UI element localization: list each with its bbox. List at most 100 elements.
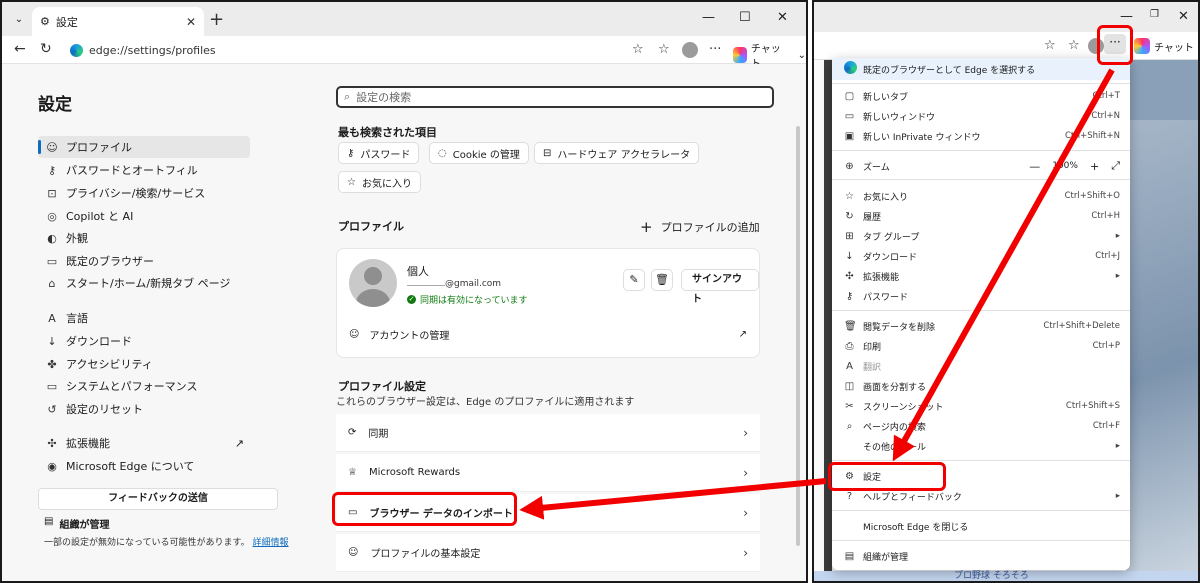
menu-separator — [832, 83, 1130, 84]
gear-icon: ⚙ — [40, 15, 50, 28]
menu-item-download[interactable]: ↓ ダウンロード Ctrl+J — [832, 246, 1130, 266]
menu-item-label: タブ グループ — [863, 232, 920, 243]
trash-icon[interactable]: 🗑 — [651, 269, 673, 291]
menu-separator — [832, 179, 1130, 180]
sidebar-item-key[interactable]: ⚷ パスワードとオートフィル — [38, 159, 250, 181]
menu-item-label: お気に入り — [863, 192, 909, 203]
close-window-icon[interactable]: ✕ — [1178, 9, 1189, 24]
sidebar-item-browser[interactable]: ▭ 既定のブラウザー — [38, 250, 250, 272]
zoom-out-icon[interactable]: — — [1029, 160, 1040, 173]
back-icon[interactable]: ← — [14, 41, 26, 57]
learn-more-link[interactable]: 詳細情報 — [253, 538, 289, 548]
refresh-icon[interactable]: ↻ — [40, 41, 52, 57]
sidebar-item-edge[interactable]: ◉ Microsoft Edge について — [38, 455, 250, 477]
account-manage-row[interactable]: ☺ アカウントの管理 ↗ — [349, 327, 747, 342]
sidebar-item-profile[interactable]: ☺ プロファイル — [38, 136, 250, 158]
zoom-in-icon[interactable]: + — [1090, 160, 1099, 173]
menu-item-organization[interactable]: ▤ 組織が管理 — [832, 546, 1130, 566]
row-rewards[interactable]: ♕ Microsoft Rewards › — [336, 454, 760, 492]
sidebar-item-label: Microsoft Edge について — [66, 460, 195, 473]
fullscreen-icon[interactable]: ⤢ — [1111, 159, 1120, 173]
new-tab-icon[interactable]: + — [209, 9, 224, 30]
sidebar-item-home[interactable]: ⌂ スタート/ホーム/新規タブ ページ — [38, 272, 250, 294]
sync-icon: ⟳ — [348, 427, 357, 438]
sidebar-item-system[interactable]: ▭ システムとパフォーマンス — [38, 375, 250, 397]
sidebar-item-appearance[interactable]: ◐ 外観 — [38, 227, 250, 249]
tab-actions-icon[interactable]: ⌄ — [10, 11, 28, 29]
favorites-icon[interactable]: ☆ — [658, 42, 670, 57]
menu-item-translate[interactable]: A 翻訳 — [832, 356, 1130, 376]
row-sync[interactable]: ⟳ 同期 › — [336, 414, 760, 452]
menu-item-label: ダウンロード — [863, 252, 918, 263]
highlight-more-button — [1097, 25, 1133, 65]
edit-icon[interactable]: ✎ — [623, 269, 645, 291]
chip-favorites[interactable]: ☆ お気に入り — [338, 171, 421, 193]
sidebar-item-language[interactable]: A 言語 — [38, 307, 250, 329]
close-window-icon[interactable]: ✕ — [777, 10, 788, 25]
favorite-star-icon[interactable]: ☆ — [632, 42, 644, 57]
sidebar-item-download[interactable]: ↓ ダウンロード — [38, 330, 250, 352]
profile-avatar[interactable] — [682, 42, 698, 58]
menu-item-inprivate[interactable]: ▣ 新しい InPrivate ウィンドウ Ctrl+Shift+N — [832, 126, 1130, 146]
copilot-button[interactable]: チャット — [1134, 38, 1194, 54]
menu-item-item-19[interactable]: Microsoft Edge を閉じる — [832, 516, 1130, 536]
sidebar-item-accessibility[interactable]: ✤ アクセシビリティ — [38, 353, 250, 375]
minimize-icon[interactable]: — — [1120, 9, 1133, 24]
sidebar-item-lock[interactable]: ⊡ プライバシー/検索/サービス — [38, 182, 250, 204]
menu-set-default-browser[interactable]: 既定のブラウザーとして Edge を選択する — [832, 58, 1130, 80]
sidebar-item-reset[interactable]: ↺ 設定のリセット — [38, 398, 250, 420]
menu-item-favorites[interactable]: ☆ お気に入り Ctrl+Shift+O — [832, 186, 1130, 206]
menu-item-screenshot[interactable]: ✂ スクリーンショット Ctrl+Shift+S — [832, 396, 1130, 416]
chevron-right-icon: › — [743, 545, 748, 560]
sidebar-item-extensions[interactable]: ✣ 拡張機能 ↗ — [38, 432, 250, 454]
menu-item-tab-groups[interactable]: ⊞ タブ グループ ▸ — [832, 226, 1130, 246]
menu-item-extensions[interactable]: ✣ 拡張機能 ▸ — [832, 266, 1130, 286]
settings-sidebar: 設定 ☺ プロファイル ⚷ パスワードとオートフィル ⊡ プライバシー/検索/サービス ◎ C… — [2, 64, 292, 581]
menu-item-split-screen[interactable]: ◫ 画面を分割する — [832, 376, 1130, 396]
restore-icon[interactable]: ❐ — [1150, 9, 1159, 20]
tab-settings[interactable]: ⚙ 設定 ✕ — [32, 7, 204, 36]
settings-and-more-menu: 既定のブラウザーとして Edge を選択する ▢ 新しいタブ Ctrl+T ▭ 新しいウ… — [832, 58, 1130, 570]
chip-password[interactable]: ⚷ パスワード — [338, 142, 420, 164]
chevron-down-icon: ⌄ — [797, 49, 806, 61]
title-bar: ⌄ ⚙ 設定 ✕ + — ☐ ✕ — [2, 2, 806, 36]
menu-item-history[interactable]: ↻ 履歴 Ctrl+H — [832, 206, 1130, 226]
menu-item-delete[interactable]: 🗑 閲覧データを削除 Ctrl+Shift+Delete — [832, 316, 1130, 336]
minimize-icon[interactable]: — — [702, 10, 715, 25]
favorite-star-icon[interactable]: ☆ — [1044, 38, 1056, 53]
menu-item-label: スクリーンショット — [863, 402, 944, 413]
reset-icon: ↺ — [47, 402, 57, 416]
menu-item-zoom[interactable]: ⊕ ズーム — 100% + ⤢ — [832, 156, 1130, 176]
history-icon: ↻ — [845, 210, 854, 222]
menu-item-key[interactable]: ⚷ パスワード — [832, 286, 1130, 306]
feedback-button[interactable]: フィードバックの送信 — [38, 488, 278, 510]
maximize-icon[interactable]: ☐ — [739, 10, 751, 25]
sidebar-item-label: ダウンロード — [66, 335, 132, 348]
menu-item-label: 新しい InPrivate ウィンドウ — [863, 132, 981, 143]
most-searched-title: 最も検索された項目 — [338, 126, 437, 139]
more-icon[interactable]: ··· — [709, 42, 721, 57]
menu-item-find[interactable]: ⌕ ページ内の検索 Ctrl+F — [832, 416, 1130, 436]
menu-item-new-window[interactable]: ▭ 新しいウィンドウ Ctrl+N — [832, 106, 1130, 126]
menu-item-shortcut: Ctrl+F — [1092, 421, 1120, 431]
search-input[interactable]: ⌕ 設定の検索 — [336, 86, 774, 108]
scrollbar[interactable] — [796, 126, 800, 546]
close-tab-icon[interactable]: ✕ — [186, 15, 196, 29]
signout-button[interactable]: サインアウト — [681, 269, 759, 305]
menu-item-item-16[interactable]: その他のツール ▸ — [832, 436, 1130, 456]
zoom-controls: — 100% + ⤢ — [1029, 159, 1120, 173]
new-tab-icon: ▢ — [844, 90, 855, 102]
sidebar-item-copilot[interactable]: ◎ Copilot と AI — [38, 205, 250, 227]
favorites-icon[interactable]: ☆ — [1068, 38, 1080, 53]
profile-icon: ☺ — [46, 140, 58, 154]
chip-cookie[interactable]: ◌ Cookie の管理 — [429, 142, 529, 164]
row-profile-preferences[interactable]: ☺ プロファイルの基本設定 › — [336, 534, 760, 572]
menu-item-new-tab[interactable]: ▢ 新しいタブ Ctrl+T — [832, 86, 1130, 106]
avatar — [349, 259, 397, 307]
menu-item-print[interactable]: ⎙ 印刷 Ctrl+P — [832, 336, 1130, 356]
address-bar[interactable]: edge://settings/profiles — [64, 39, 652, 61]
add-profile-button[interactable]: + プロファイルの追加 — [640, 218, 760, 236]
menu-item-label: Microsoft Edge を閉じる — [863, 522, 969, 533]
chip-hardware-acceleration[interactable]: ⊟ ハードウェア アクセラレータ — [534, 142, 700, 164]
favorites-icon: ☆ — [347, 176, 356, 188]
